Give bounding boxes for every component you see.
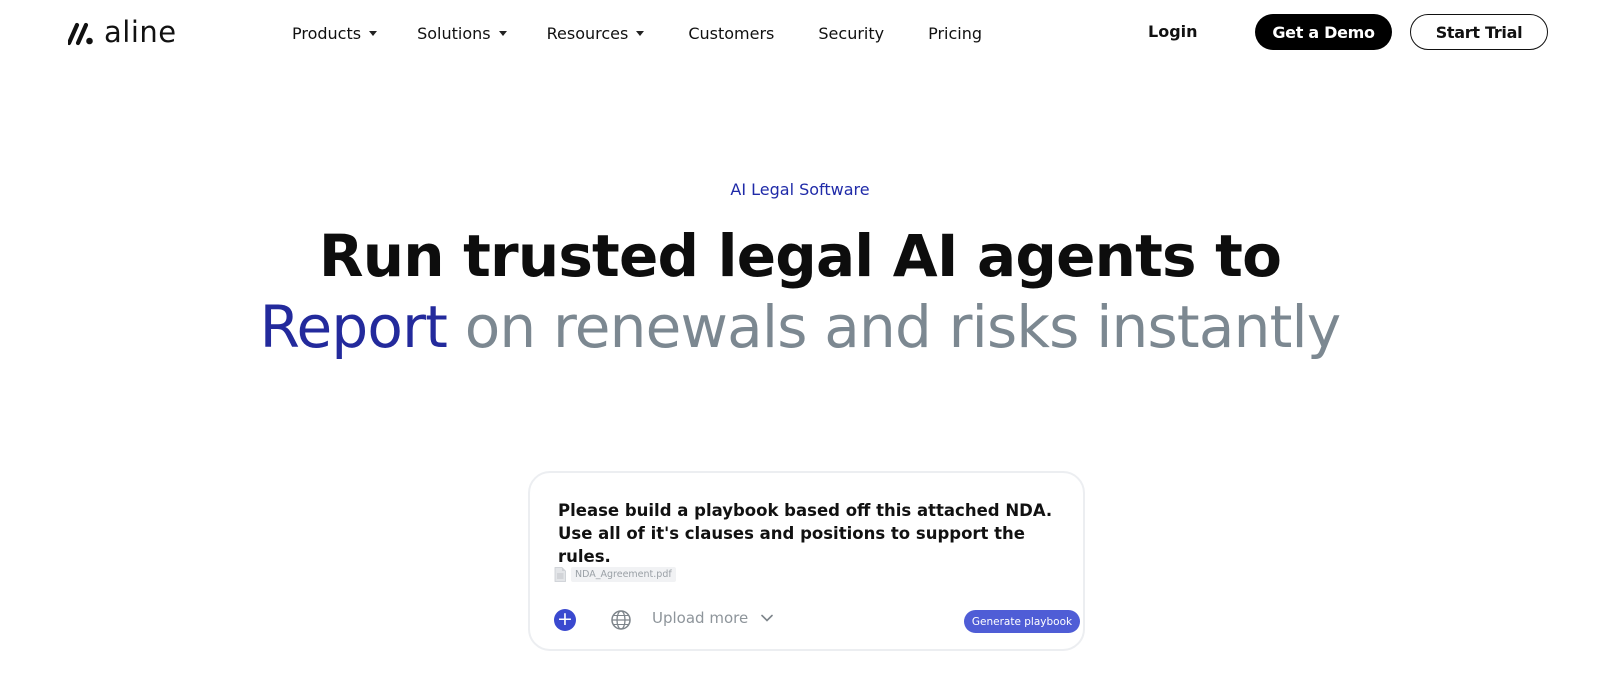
generate-playbook-button[interactable]: Generate playbook (964, 610, 1080, 633)
hero-subheadline: Report on renewals and risks instantly (0, 293, 1600, 363)
login-link[interactable]: Login (1148, 22, 1198, 41)
upload-more-label: Upload more (652, 609, 749, 627)
top-nav: aline Products Solutions Resources Custo… (0, 0, 1600, 66)
nav-resources-label: Resources (546, 23, 629, 43)
nav-customers[interactable]: Customers (688, 24, 774, 43)
nav-links: Products Solutions Resources Customers S… (292, 22, 1026, 44)
nav-products[interactable]: Products (292, 23, 378, 43)
hero-subheadline-rest: on renewals and risks instantly (464, 293, 1341, 361)
aline-logo-icon (68, 22, 93, 45)
caret-down-icon (636, 31, 645, 36)
nav-security[interactable]: Security (818, 24, 884, 43)
nav-solutions[interactable]: Solutions (417, 24, 507, 43)
nav-pricing[interactable]: Pricing (928, 24, 982, 43)
nav-products-label: Products (292, 23, 362, 43)
prompt-card: Please build a playbook based off this a… (528, 471, 1085, 651)
file-icon (554, 567, 566, 582)
attachment-chip[interactable]: NDA_Agreement.pdf (554, 567, 676, 582)
attachment-filename: NDA_Agreement.pdf (571, 567, 676, 582)
get-demo-button[interactable]: Get a Demo (1255, 14, 1392, 50)
prompt-text[interactable]: Please build a playbook based off this a… (558, 499, 1058, 568)
upload-more-dropdown[interactable]: Upload more (652, 609, 774, 627)
add-attachment-button[interactable]: + (554, 609, 576, 631)
globe-icon[interactable] (610, 609, 632, 631)
hero-headline: Run trusted legal AI agents to (318, 222, 1282, 290)
prompt-toolbar: + Upload more Generate playbook (554, 607, 1080, 633)
hero-rotating-word: Report (259, 293, 448, 361)
brand-name: aline (104, 15, 177, 49)
plus-icon: + (557, 608, 573, 630)
brand-logo[interactable]: aline (68, 18, 177, 47)
caret-down-icon (369, 31, 378, 36)
caret-down-icon (498, 31, 507, 36)
start-trial-button[interactable]: Start Trial (1410, 14, 1548, 50)
nav-solutions-label: Solutions (417, 23, 491, 43)
hero-eyebrow: AI Legal Software (730, 180, 870, 199)
chevron-down-icon (761, 614, 773, 622)
nav-resources[interactable]: Resources (547, 24, 645, 43)
